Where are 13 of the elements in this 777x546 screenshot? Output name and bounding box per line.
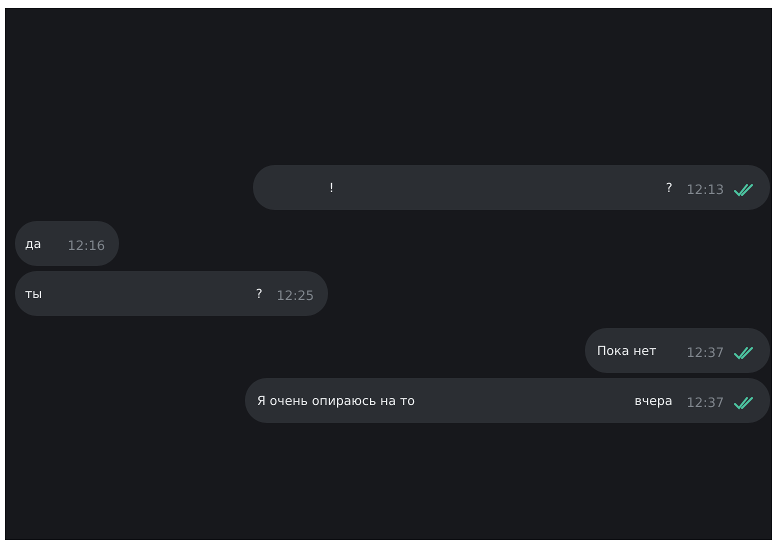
message-text: ?	[666, 180, 673, 195]
message-time: 12:37	[686, 346, 724, 361]
message-text: Пока нет	[597, 343, 656, 358]
message-time: 12:16	[68, 239, 105, 254]
message-time: 12:37	[686, 396, 724, 411]
message-text: Я очень опираюсь на то	[257, 393, 415, 408]
message-time: 12:25	[276, 289, 314, 304]
message-text: ?	[256, 286, 263, 301]
message-text: вчера	[634, 393, 673, 408]
message-text: ты	[25, 286, 42, 301]
message-text: !	[329, 180, 334, 195]
message-text: да	[25, 236, 42, 251]
message-time: 12:13	[686, 183, 724, 198]
